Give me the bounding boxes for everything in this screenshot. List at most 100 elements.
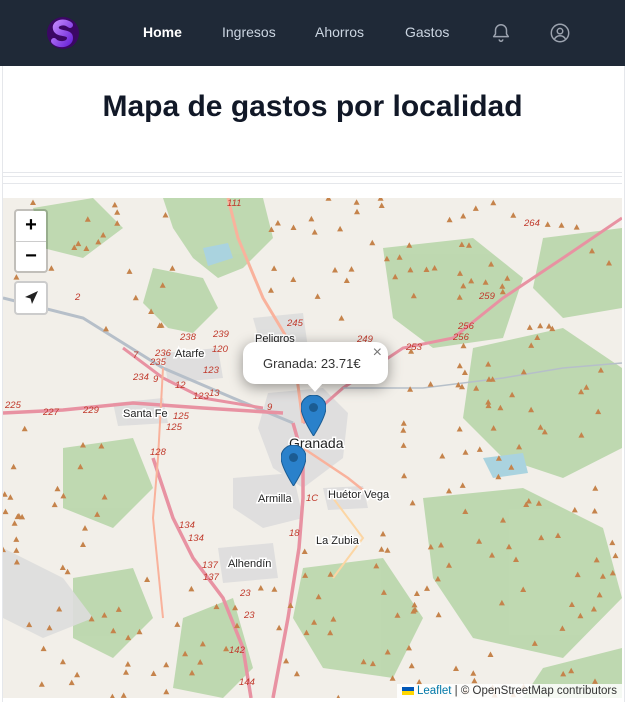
road-label: 23 (239, 588, 251, 599)
peak-icon (126, 268, 133, 274)
peak-icon (13, 274, 20, 280)
zoom-out-button[interactable]: − (16, 242, 46, 272)
peak-icon (537, 322, 544, 329)
peak-icon (38, 681, 45, 687)
peak-icon (378, 546, 385, 552)
logo-s-icon[interactable] (46, 16, 80, 50)
peak-icon (162, 212, 169, 218)
peak-icon (290, 276, 297, 282)
leaflet-link[interactable]: Leaflet (417, 685, 452, 697)
peak-icon (353, 199, 360, 205)
peak-icon (407, 386, 414, 392)
peak-icon (10, 463, 17, 470)
peak-icon (48, 265, 55, 271)
peak-icon (82, 525, 88, 531)
peak-icon (174, 621, 181, 627)
peak-icon (169, 265, 176, 271)
peak-icon (3, 508, 9, 515)
peak-icon (163, 661, 170, 668)
peak-icon (332, 267, 338, 273)
road-label: 123 (203, 365, 220, 376)
bell-icon[interactable] (490, 22, 512, 44)
peak-icon (354, 208, 360, 215)
peak-icon (311, 229, 318, 235)
peak-icon (592, 485, 599, 491)
peak-icon (271, 586, 278, 592)
peak-icon (290, 224, 297, 230)
peak-icon (612, 552, 619, 559)
map-attribution: Leaflet | © OpenStreetMap contributors (396, 684, 622, 698)
road-label: 229 (82, 405, 100, 416)
peak-icon (609, 539, 616, 546)
peak-icon (424, 585, 430, 591)
peak-icon (471, 677, 478, 684)
nav-gastos-link[interactable]: Gastos (405, 24, 449, 40)
ukraine-flag-icon (401, 686, 414, 695)
peak-icon (21, 425, 28, 432)
divider (3, 172, 622, 173)
place-label-atarfe: Atarfe (175, 348, 204, 360)
peak-icon (338, 315, 345, 321)
road-label: 144 (239, 677, 255, 688)
peak-icon (120, 692, 127, 698)
peak-icon (336, 694, 341, 698)
peak-icon (384, 547, 391, 553)
peak-icon (114, 209, 121, 215)
peak-icon (435, 611, 442, 618)
nav-ingresos-link[interactable]: Ingresos (222, 24, 276, 40)
road-label: 125 (173, 411, 190, 422)
road-label: 137 (203, 572, 220, 583)
peak-icon (408, 662, 415, 669)
peak-icon (11, 520, 18, 526)
peak-icon (110, 693, 115, 698)
road-label: 111 (227, 198, 241, 209)
road-label: 2 (74, 292, 81, 303)
peak-icon (591, 508, 598, 514)
road-label: 13 (209, 388, 220, 399)
peak-icon (400, 427, 407, 433)
peak-icon (409, 499, 416, 506)
road-label: 1C (306, 493, 318, 504)
peak-icon (526, 324, 533, 330)
nav-ahorros-link[interactable]: Ahorros (315, 24, 364, 40)
peak-icon (54, 485, 61, 492)
peak-icon (271, 265, 278, 271)
peak-icon (461, 369, 468, 375)
nav-home-link[interactable]: Home (143, 24, 182, 40)
peak-icon (462, 449, 469, 455)
peak-icon (103, 325, 109, 332)
peak-icon (377, 198, 384, 201)
road-label: 120 (212, 344, 229, 355)
peak-icon (7, 494, 14, 500)
zoom-in-button[interactable]: + (16, 211, 46, 242)
popup-close-button[interactable]: × (373, 344, 382, 362)
map-container[interactable]: 111 264 259 256 256 253 249 245 238 239 … (3, 198, 622, 698)
peak-icon (446, 487, 452, 494)
road-label: 9 (153, 374, 159, 385)
page-title: Mapa de gastos por localidad (102, 90, 523, 123)
peak-icon (144, 576, 151, 582)
peak-icon (3, 491, 8, 497)
divider (3, 176, 622, 177)
peak-icon (460, 213, 467, 219)
peak-icon (490, 199, 497, 206)
map-tiles[interactable]: 111 264 259 256 256 253 249 245 238 239 … (3, 198, 622, 698)
place-label-la-zubia: La Zubia (316, 535, 360, 547)
road-label: 9 (267, 402, 273, 413)
peak-icon (163, 688, 170, 695)
road-label: 123 (193, 391, 210, 402)
road-label: 134 (179, 520, 195, 531)
peak-icon (274, 220, 281, 226)
peak-icon (13, 547, 20, 553)
peak-icon (456, 362, 463, 369)
peak-icon (314, 293, 321, 299)
map-marker-armilla[interactable] (281, 445, 306, 486)
map-marker-granada[interactable] (301, 395, 326, 436)
user-icon[interactable] (549, 22, 571, 44)
place-label-santa-fe: Santa Fe (123, 408, 168, 420)
road-label: 23 (243, 610, 255, 621)
place-label-huetor-vega: Huétor Vega (328, 489, 390, 501)
road-label: 134 (188, 533, 204, 544)
road-label: 125 (166, 422, 183, 433)
locate-button[interactable] (14, 281, 48, 315)
